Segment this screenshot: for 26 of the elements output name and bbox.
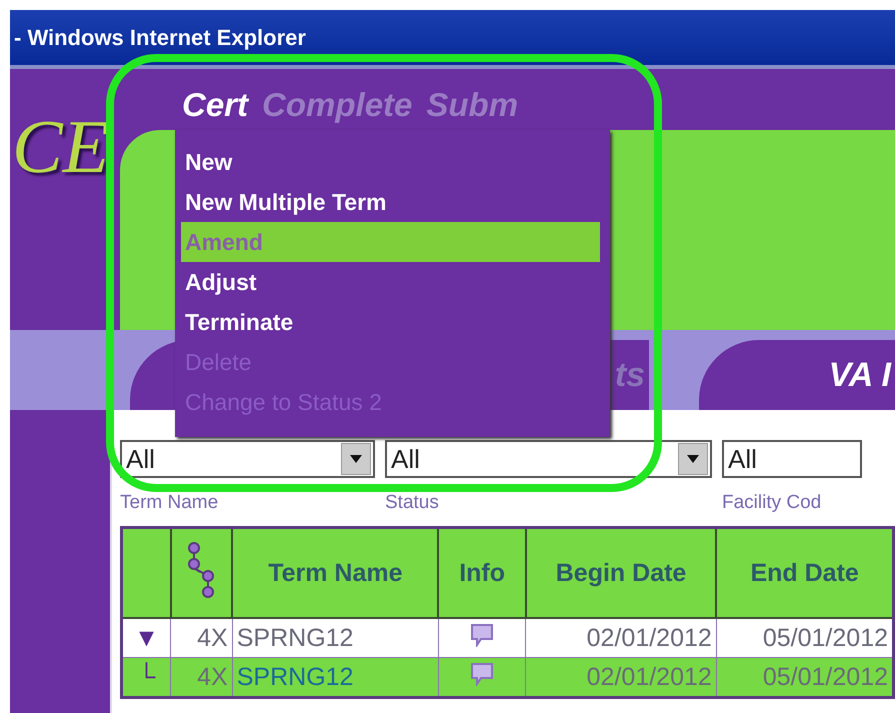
caret-icon <box>350 455 362 463</box>
dropdown-button[interactable] <box>341 443 371 475</box>
filter-dropdown[interactable]: All <box>385 440 712 478</box>
menu-item[interactable]: Cert <box>182 86 248 124</box>
comment-icon[interactable] <box>469 622 496 646</box>
filter-label: Status <box>385 492 440 514</box>
menu-option[interactable]: New <box>181 142 600 182</box>
column-header[interactable]: Term Name <box>232 528 438 618</box>
menu-option[interactable]: New Multiple Term <box>181 182 600 222</box>
filter-dropdown[interactable]: All <box>722 440 862 478</box>
window-title: - Windows Internet Explorer <box>14 24 306 50</box>
column-header[interactable]: Info <box>438 528 526 618</box>
table-row[interactable]: ▼ 4X SPRNG12 02/01/2012 05/01/2012 <box>122 618 894 658</box>
dropdown-button[interactable] <box>678 443 708 475</box>
hierarchy-icon <box>186 540 216 600</box>
filter-label: Term Name <box>120 492 220 514</box>
tab[interactable]: VA I <box>699 340 895 410</box>
column-header[interactable]: End Date <box>716 528 894 618</box>
caret-icon <box>687 455 699 463</box>
column-header[interactable]: Begin Date <box>526 528 716 618</box>
menu-option[interactable]: Terminate <box>181 302 600 342</box>
filter-dropdown[interactable]: All <box>120 440 375 478</box>
menu-option[interactable]: Adjust <box>181 262 600 302</box>
table-row[interactable]: └ 4X SPRNG12 02/01/2012 05/01/2012 <box>122 658 894 698</box>
logo: CE <box>12 109 110 185</box>
filter-label: Facility Cod <box>722 492 822 514</box>
